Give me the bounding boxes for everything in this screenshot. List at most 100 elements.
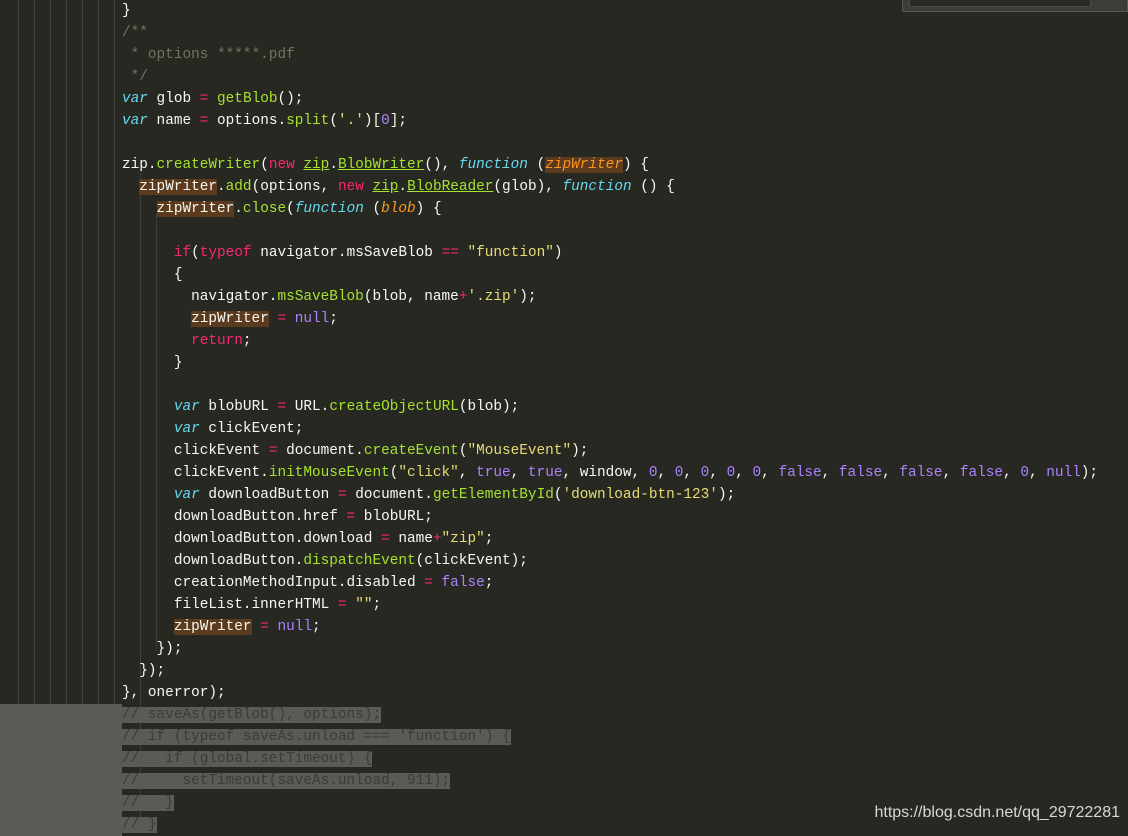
code-line[interactable]: zipWriter.close(function (blob) { (122, 198, 1098, 220)
code-token: downloadButton.href (122, 509, 347, 525)
code-token: ); (1080, 465, 1099, 481)
code-line[interactable]: { (122, 264, 1098, 286)
code-token: null (294, 311, 330, 327)
code-token: // saveAs(getBlob(), options); (122, 707, 382, 723)
code-line[interactable]: navigator.msSaveBlob(blob, name+'.zip'); (122, 286, 1098, 308)
code-token: . (398, 179, 408, 195)
code-line[interactable]: // setTimeout(saveAs.unload, 911); (0, 770, 1098, 792)
code-token: /** (122, 25, 148, 41)
code-token: close (242, 201, 287, 217)
code-token: , (942, 465, 960, 481)
code-line[interactable]: */ (122, 66, 1098, 88)
code-token: = (424, 575, 433, 591)
code-line[interactable]: }); (122, 638, 1098, 660)
code-token: ; (329, 311, 338, 327)
code-token: var (173, 399, 200, 415)
code-token: var (173, 421, 200, 437)
code-token: , (1028, 465, 1047, 481)
code-token: , (735, 465, 753, 481)
code-token: // } (122, 795, 174, 811)
code-token: }, onerror); (122, 685, 226, 701)
code-line[interactable]: var clickEvent; (122, 418, 1098, 440)
selection-gutter (0, 726, 122, 748)
code-token: downloadButton (199, 487, 338, 503)
code-token: function (458, 157, 528, 173)
code-line[interactable]: fileList.innerHTML = ""; (122, 594, 1098, 616)
code-line[interactable]: zipWriter = null; (122, 616, 1098, 638)
code-token: glob (147, 91, 200, 107)
code-line[interactable]: creationMethodInput.disabled = false; (122, 572, 1098, 594)
code-line[interactable]: ​ (122, 374, 1098, 396)
code-token: true (476, 465, 511, 481)
code-token: document. (277, 443, 364, 459)
code-token: = (277, 399, 287, 415)
code-line[interactable]: var blobURL = URL.createObjectURL(blob); (122, 396, 1098, 418)
code-line[interactable]: var name = options.split('.')[0]; (122, 110, 1098, 132)
code-line[interactable]: ​ (122, 220, 1098, 242)
code-token: 0 (726, 465, 736, 481)
code-token: false (838, 465, 883, 481)
code-line[interactable]: }, onerror); (122, 682, 1098, 704)
code-line[interactable]: } (122, 352, 1098, 374)
code-line[interactable]: // saveAs(getBlob(), options); (0, 704, 1098, 726)
code-line[interactable]: /** (122, 22, 1098, 44)
code-line[interactable]: zipWriter = null; (122, 308, 1098, 330)
code-editor[interactable]: } /** * options *****.pdf */ var glob = ge… (0, 0, 1098, 836)
code-line[interactable]: clickEvent = document.createEvent("Mouse… (122, 440, 1098, 462)
code-line[interactable]: zipWriter.add(options, new zip.BlobReade… (122, 176, 1098, 198)
code-token: ); (519, 289, 537, 305)
code-token: , (510, 465, 528, 481)
code-token: BlobWriter (337, 157, 425, 173)
code-token: ); (571, 443, 589, 459)
code-token: , (761, 465, 779, 481)
code-token: false (441, 575, 485, 591)
code-line[interactable]: var glob = getBlob(); (122, 88, 1098, 110)
code-token: ); (717, 487, 736, 503)
code-token: ( (329, 113, 338, 129)
code-token: */ (122, 69, 148, 85)
code-token: , (821, 465, 839, 481)
code-token: navigator.msSaveBlob (251, 245, 442, 261)
code-token: , window, (562, 465, 649, 481)
code-token: true (527, 465, 563, 481)
code-token: getBlob (217, 91, 278, 107)
code-line[interactable]: // if (global.setTimeout) { (0, 748, 1098, 770)
code-line[interactable]: // if (typeof saveAs.unload === 'functio… (0, 726, 1098, 748)
code-token: navigator. (122, 289, 278, 305)
code-line[interactable]: if(typeof navigator.msSaveBlob == "funct… (122, 242, 1098, 264)
code-token: { (122, 267, 183, 283)
code-token: zipWriter (545, 157, 623, 173)
code-token: ( (260, 157, 269, 173)
code-token: clickEvent (122, 443, 269, 459)
code-line[interactable]: downloadButton.download = name+"zip"; (122, 528, 1098, 550)
code-line[interactable]: } (122, 0, 1098, 22)
code-line[interactable]: }); (122, 660, 1098, 682)
code-line[interactable]: downloadButton.dispatchEvent(clickEvent)… (122, 550, 1098, 572)
code-line[interactable]: * options *****.pdf (122, 44, 1098, 66)
code-token: options. (208, 113, 287, 129)
code-line[interactable]: clickEvent.initMouseEvent("click", true,… (122, 462, 1098, 484)
code-token: return (191, 333, 243, 349)
code-line[interactable]: var downloadButton = document.getElement… (122, 484, 1098, 506)
code-line[interactable]: return; (122, 330, 1098, 352)
code-token: var (173, 487, 200, 503)
code-token: // if (global.setTimeout) { (122, 751, 373, 767)
code-token: document. (346, 487, 433, 503)
code-token: = (277, 311, 287, 327)
code-line[interactable]: ​ (122, 132, 1098, 154)
code-line[interactable]: downloadButton.href = blobURL; (122, 506, 1098, 528)
code-line[interactable]: zip.createWriter(new zip.BlobWriter(), f… (122, 154, 1098, 176)
code-token: downloadButton. (122, 553, 304, 569)
code-token: zip (303, 157, 330, 173)
code-token: ( (286, 201, 295, 217)
code-token: "" (355, 597, 373, 613)
selection-gutter (0, 704, 122, 726)
